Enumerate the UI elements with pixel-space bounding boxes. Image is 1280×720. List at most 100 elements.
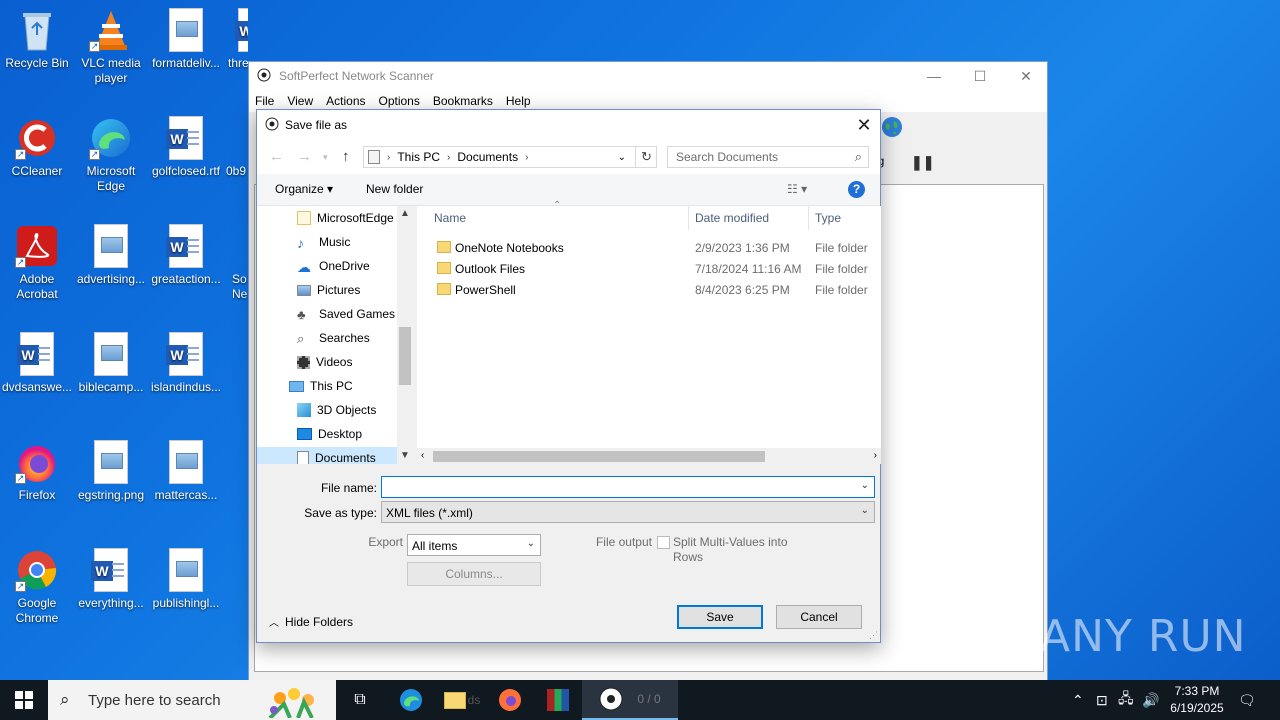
menu-actions[interactable]: Actions [326,94,365,108]
volume-icon[interactable]: 🔊 [1142,680,1159,720]
column-header-type[interactable]: Type [815,206,841,230]
desktop-icon-thre[interactable]: W thre [222,8,248,71]
desktop-icon-microsoft-edge[interactable]: ↗ Microsoft Edge [75,116,147,194]
nav-scroll-thumb[interactable] [399,327,411,385]
desktop-icon-everything[interactable]: W everything... [75,548,147,611]
notifications-icon[interactable]: 🗨 [1238,680,1256,720]
file-row[interactable]: OneNote Notebooks 2/9/2023 1:36 PM File … [417,237,881,258]
file-list-scroll-thumb[interactable] [433,451,765,462]
tray-usb-icon[interactable]: ⊡ [1096,680,1108,720]
desktop-icon-golfclosed[interactable]: W golfclosed.rtf [150,116,222,179]
nav-item-searches[interactable]: ⌕ Searches [297,327,370,349]
menu-view[interactable]: View [287,94,313,108]
desktop-icon-publishingl[interactable]: publishingl... [150,548,222,611]
desktop-icon-0b9[interactable]: 0b9 [226,116,248,179]
column-header-name[interactable]: Name [434,206,466,230]
file-name-input[interactable]: ⌄ [381,476,875,498]
help-icon[interactable]: ? [848,181,865,198]
image-file-icon [94,224,128,268]
nav-item-microsoftedge[interactable]: MicrosoftEdge [297,207,394,229]
task-view-button[interactable]: ⧉ [336,680,384,720]
nav-item-pictures[interactable]: Pictures [297,279,360,301]
network-icon[interactable]: 🖧 [1118,680,1134,720]
taskbar-edge[interactable] [387,680,435,720]
desktop-icon-egstring[interactable]: egstring.png [75,440,147,503]
desktop-icon-firefox[interactable]: ↗ Firefox [1,440,73,503]
nav-scrollbar[interactable]: ▲ ▼ [397,206,413,464]
view-options-icon[interactable]: ☷ ▾ [787,182,807,196]
show-hidden-icons-button[interactable]: ⌃ [1072,680,1084,720]
image-file-icon [169,548,203,592]
recent-chevron-icon[interactable]: ▾ [323,152,328,163]
back-arrow-icon[interactable]: ← [269,148,284,165]
taskbar-firefox[interactable] [486,680,534,720]
taskbar-winrar[interactable] [534,680,582,720]
desktop-icon-mattercas[interactable]: mattercas... [150,440,222,503]
pause-icon[interactable]: ❚❚ [911,154,934,171]
column-header-date-modified[interactable]: Date modified [695,206,769,230]
cancel-button[interactable]: Cancel [776,605,862,629]
nav-item-videos[interactable]: Videos [297,351,352,373]
start-button[interactable] [0,680,48,720]
close-button[interactable]: ✕ [1003,62,1049,90]
split-multi-values-checkbox[interactable] [657,536,670,549]
export-select[interactable]: All items ⌄ [407,534,541,556]
save-as-type-select[interactable]: XML files (*.xml) ⌄ [381,501,875,523]
minimize-button[interactable]: — [911,62,957,90]
breadcrumb-this-pc[interactable]: This PC [397,150,440,164]
breadcrumb[interactable]: › This PC › Documents › ⌄ [363,146,657,168]
menu-help[interactable]: Help [506,94,531,108]
desktop-icon-greataction[interactable]: W greataction... [150,224,222,287]
chevron-down-icon[interactable]: ⌄ [618,152,626,163]
columns-button[interactable]: Columns... [407,562,541,586]
desktop-icon-google-chrome[interactable]: ↗ Google Chrome [1,548,73,626]
nav-item-desktop[interactable]: Desktop [297,423,362,445]
taskbar-clock[interactable]: 7:33 PM 6/19/2025 [1162,683,1232,717]
new-folder-button[interactable]: New folder [366,182,423,196]
desktop-icon-islandindus[interactable]: W islandindus... [150,332,222,395]
forward-arrow-icon[interactable]: → [297,148,312,165]
nav-item-documents[interactable]: Documents [257,447,397,464]
refresh-button[interactable]: ↻ [635,146,657,168]
desktop-icon-formatdeliv[interactable]: formatdeliv... [150,8,222,71]
scroll-up-icon[interactable]: ▲ [400,208,410,219]
organize-button[interactable]: Organize ▾ [275,182,333,196]
taskbar-file-explorer[interactable]: ds [435,680,489,720]
nav-item-saved-games[interactable]: ♣ Saved Games [297,303,395,325]
hide-folders-button[interactable]: ︿ Hide Folders [269,614,353,629]
menu-file[interactable]: File [255,94,274,108]
maximize-button[interactable]: ☐ [957,62,1003,90]
anyrun-watermark: ANY RUN [1040,611,1247,662]
file-row[interactable]: Outlook Files 7/18/2024 11:16 AM File fo… [417,258,881,279]
menu-bookmarks[interactable]: Bookmarks [433,94,493,108]
scroll-left-icon[interactable]: ‹ [421,450,424,461]
chevron-down-icon[interactable]: ⌄ [861,480,869,491]
scroll-down-icon[interactable]: ▼ [400,450,410,461]
taskbar-softperfect[interactable]: 0 / 0 [582,680,678,720]
desktop-icon-recycle-bin[interactable]: Recycle Bin [1,8,73,71]
scroll-right-icon[interactable]: › [874,450,877,461]
nav-item-onedrive[interactable]: ☁ OneDrive [297,255,370,277]
pictures-icon [297,284,311,296]
file-list-scrollbar[interactable]: ‹ › [417,448,881,464]
resize-grip-icon[interactable]: ⋰ [869,630,878,641]
save-button[interactable]: Save [677,605,763,629]
taskbar-search-input[interactable]: ⌕ Type here to search [48,680,336,720]
desktop-icon-so-ne[interactable]: So Ne [232,224,248,302]
breadcrumb-documents[interactable]: Documents [457,150,518,164]
desktop-icon-dvdsanswe[interactable]: W dvdsanswe... [1,332,73,395]
menu-options[interactable]: Options [379,94,420,108]
search-input[interactable]: Search Documents ⌕ [667,146,869,168]
desktop-icon-vlc[interactable]: ↗ VLC media player [75,8,147,86]
desktop-icon-ccleaner[interactable]: ↗ CCleaner [1,116,73,179]
nav-item-this-pc[interactable]: This PC [289,375,353,397]
nav-item-3d-objects[interactable]: 3D Objects [297,399,376,421]
desktop-icon-adobe-acrobat[interactable]: ↗ Adobe Acrobat [1,224,73,302]
desktop-icon-advertising[interactable]: advertising... [75,224,147,287]
up-arrow-icon[interactable]: ↑ [342,148,350,165]
desktop-icon-biblecamp[interactable]: biblecamp... [75,332,147,395]
file-row[interactable]: PowerShell 8/4/2023 6:25 PM File folder [417,279,881,300]
globe-icon[interactable] [881,116,903,141]
nav-item-music[interactable]: ♪ Music [297,231,350,253]
dialog-close-button[interactable]: ✕ [848,110,880,140]
